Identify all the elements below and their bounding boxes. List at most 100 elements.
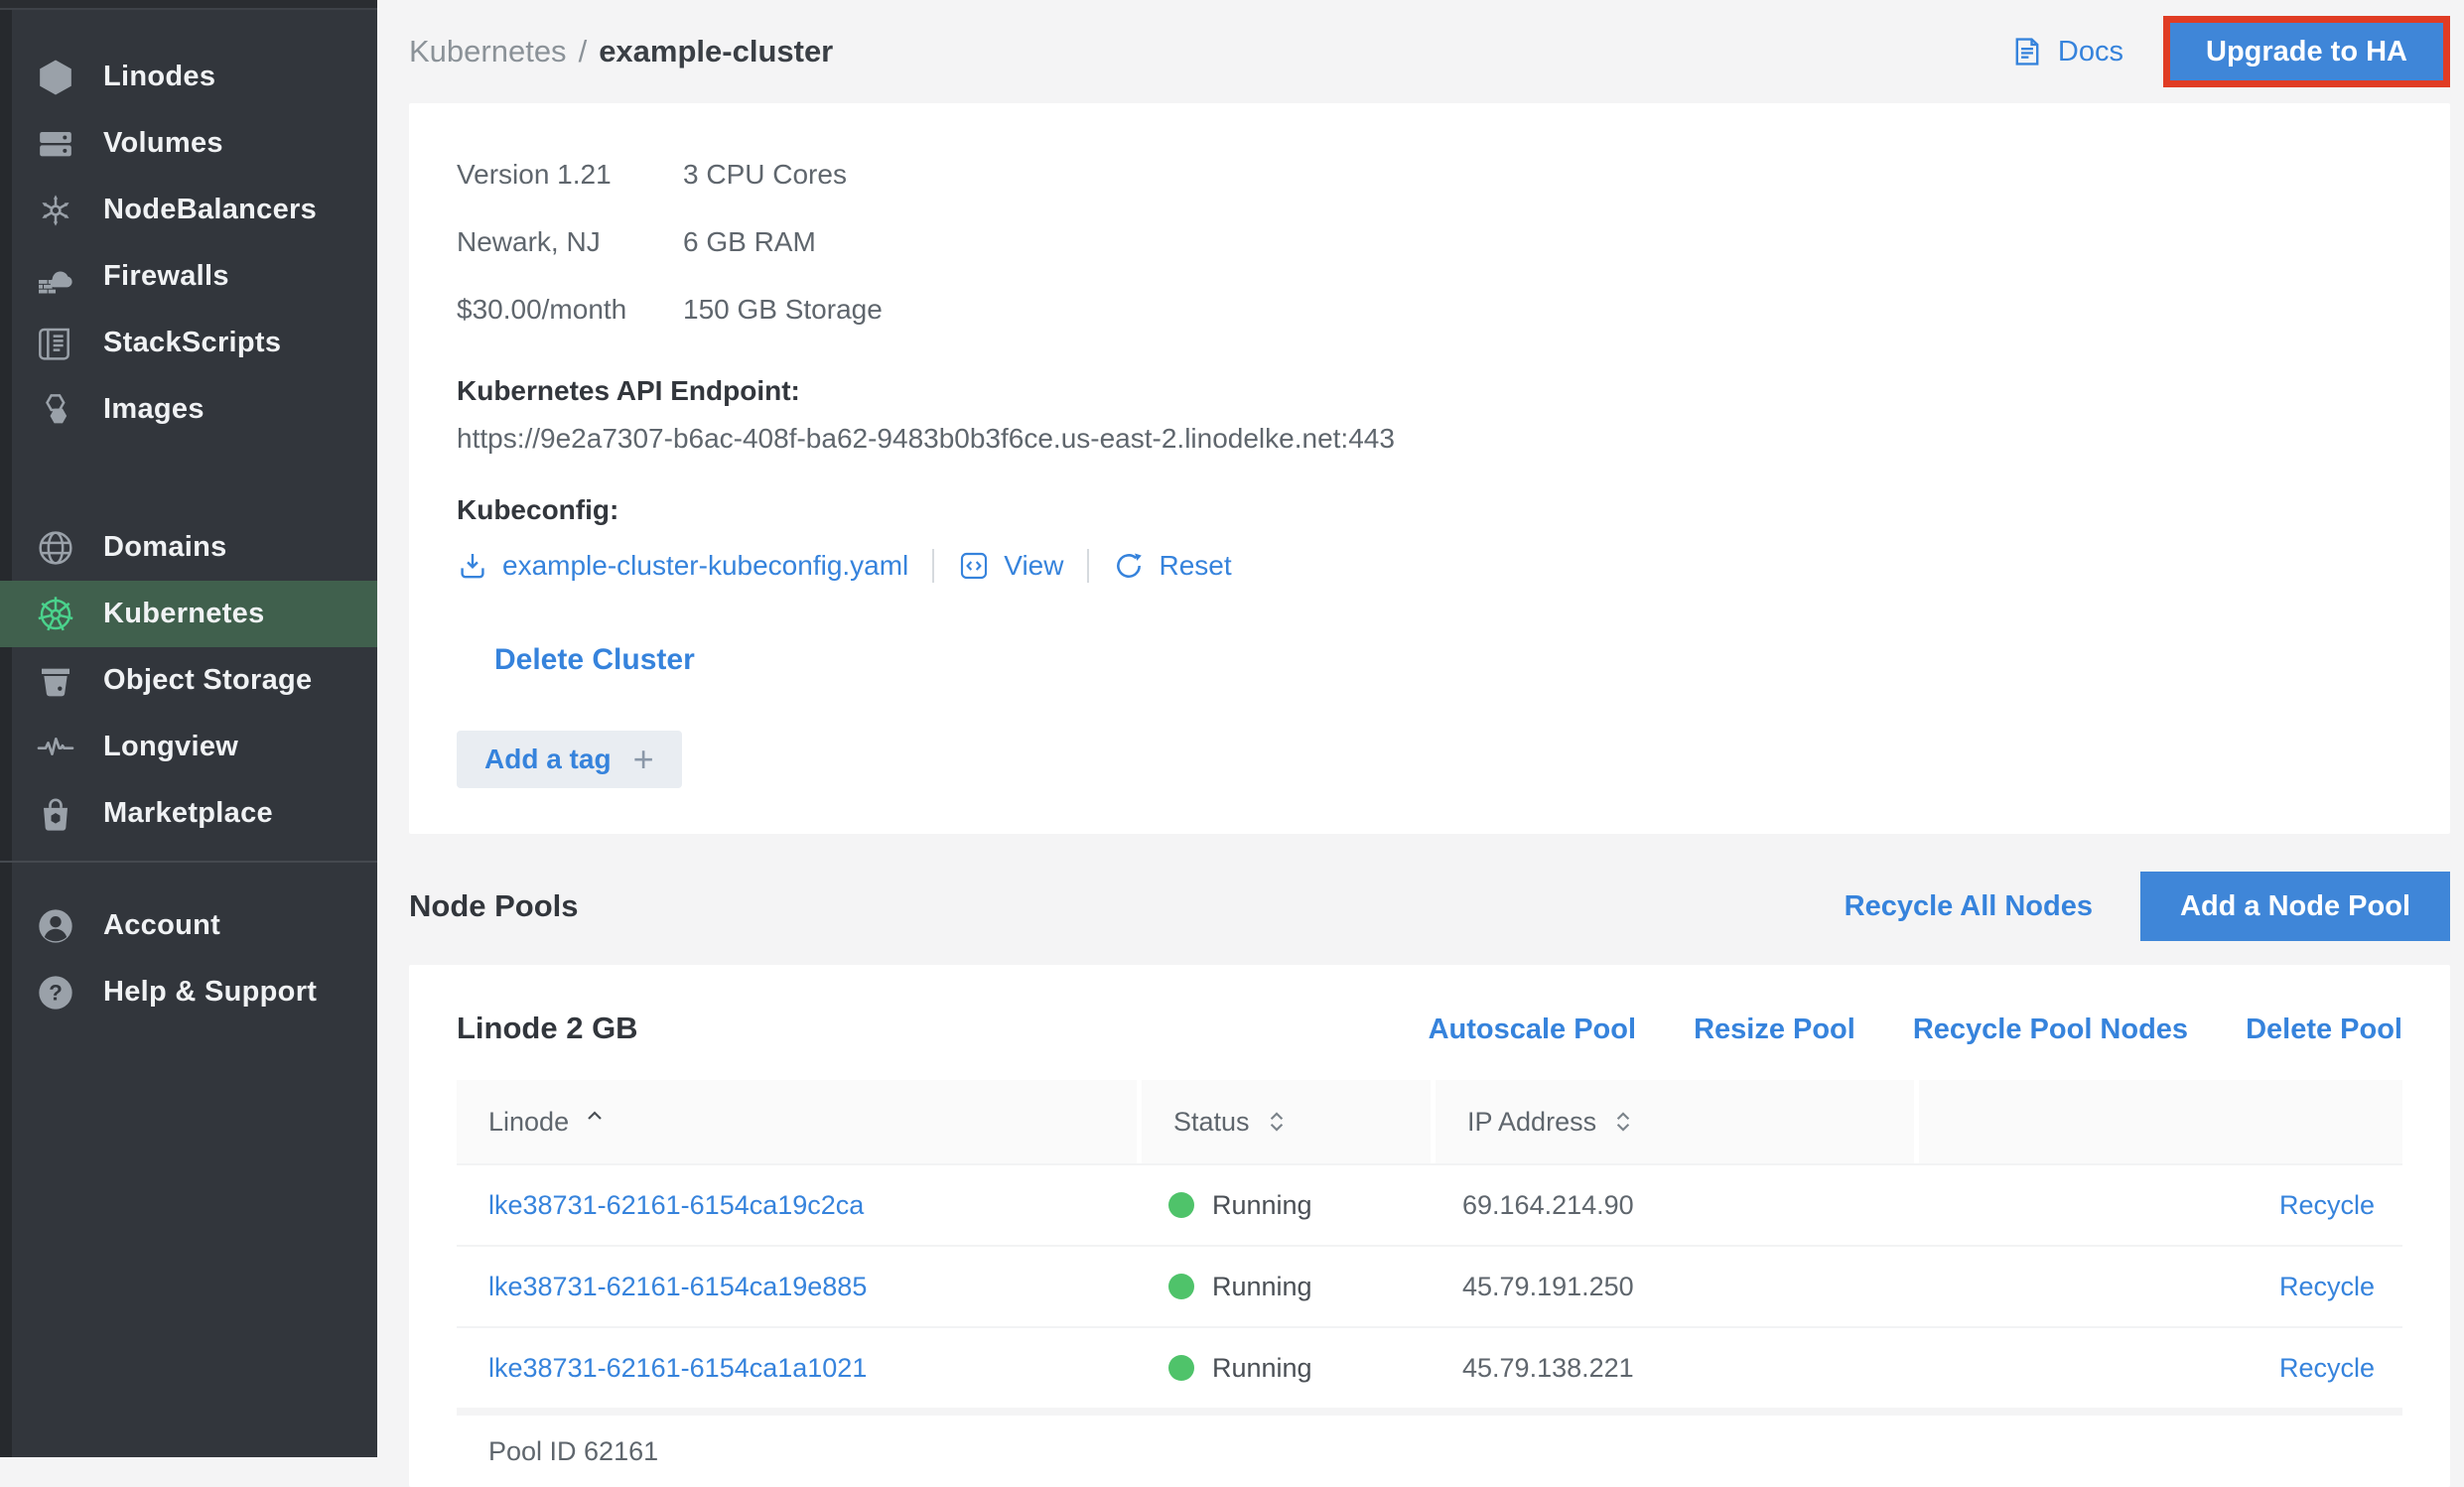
- images-icon: [34, 388, 77, 432]
- sidebar-divider: [0, 861, 377, 863]
- node-pool-table: Linode Status IP Address: [457, 1080, 2402, 1487]
- add-node-pool-button[interactable]: Add a Node Pool: [2140, 872, 2450, 941]
- sidebar-item-object-storage[interactable]: Object Storage: [0, 647, 377, 714]
- pulse-icon: [34, 726, 77, 769]
- upgrade-to-ha-button[interactable]: Upgrade to HA: [2170, 23, 2443, 80]
- volumes-icon: [34, 122, 77, 166]
- view-label: View: [1004, 550, 1063, 582]
- sidebar-item-label: Longview: [103, 731, 238, 763]
- node-pools-actions: Recycle All Nodes Add a Node Pool: [1845, 872, 2450, 941]
- resize-pool-link[interactable]: Resize Pool: [1694, 1014, 1855, 1046]
- autoscale-pool-link[interactable]: Autoscale Pool: [1429, 1014, 1637, 1046]
- tags-row: Add a tag +: [457, 731, 2402, 788]
- header-actions: Docs Upgrade to HA: [2010, 16, 2450, 87]
- table-footer-row: Pool ID 62161: [457, 1408, 2402, 1487]
- status-running-dot: [1168, 1274, 1194, 1299]
- breadcrumb-root[interactable]: Kubernetes: [409, 34, 567, 68]
- table-row: lke38731-62161-6154ca19e885 Running 45.7…: [457, 1245, 2402, 1326]
- add-tag-button[interactable]: Add a tag +: [457, 731, 682, 788]
- sidebar-item-label: Images: [103, 393, 205, 426]
- recycle-node-link[interactable]: Recycle: [2279, 1272, 2375, 1301]
- node-pools-title: Node Pools: [409, 888, 579, 924]
- status-text: Running: [1212, 1272, 1312, 1302]
- sidebar-item-nodebalancers[interactable]: NodeBalancers: [0, 177, 377, 243]
- sidebar-item-volumes[interactable]: Volumes: [0, 110, 377, 177]
- sidebar-nav: Linodes Volumes: [0, 0, 377, 1025]
- column-label: IP Address: [1467, 1107, 1596, 1138]
- breadcrumb: Kubernetes/example-cluster: [409, 34, 833, 69]
- table-header-row: Linode Status IP Address: [457, 1080, 2402, 1163]
- firewall-icon: [34, 255, 77, 299]
- status-running-dot: [1168, 1355, 1194, 1381]
- delete-pool-link[interactable]: Delete Pool: [2246, 1014, 2402, 1046]
- globe-icon: [34, 526, 77, 570]
- sidebar-item-label: Firewalls: [103, 260, 229, 293]
- stackscript-icon: [34, 322, 77, 365]
- recycle-pool-nodes-link[interactable]: Recycle Pool Nodes: [1913, 1014, 2188, 1046]
- sidebar-item-account[interactable]: Account: [0, 892, 377, 959]
- column-header-linode[interactable]: Linode: [457, 1080, 1137, 1163]
- marketplace-icon: [34, 792, 77, 836]
- column-label: Status: [1173, 1107, 1250, 1138]
- sidebar-item-stackscripts[interactable]: StackScripts: [0, 310, 377, 376]
- kubeconfig-row: example-cluster-kubeconfig.yaml View Res…: [457, 538, 2402, 594]
- sidebar-item-images[interactable]: Images: [0, 376, 377, 443]
- summary-column-right: 3 CPU Cores 6 GB RAM 150 GB Storage: [683, 141, 883, 343]
- sidebar-item-label: Kubernetes: [103, 598, 265, 630]
- node-link[interactable]: lke38731-62161-6154ca19e885: [488, 1272, 867, 1301]
- column-header-ip[interactable]: IP Address: [1431, 1080, 1914, 1163]
- sidebar-item-label: Linodes: [103, 61, 215, 93]
- cluster-region: Newark, NJ: [457, 208, 683, 276]
- sidebar-section-gap: [0, 443, 377, 514]
- sort-icon: [1610, 1109, 1636, 1135]
- nodebalancer-icon: [34, 189, 77, 232]
- sidebar-item-marketplace[interactable]: Marketplace: [0, 780, 377, 847]
- node-link[interactable]: lke38731-62161-6154ca1a1021: [488, 1353, 867, 1383]
- sidebar-item-label: Volumes: [103, 127, 223, 160]
- node-link[interactable]: lke38731-62161-6154ca19c2ca: [488, 1190, 864, 1220]
- sidebar-item-linodes[interactable]: Linodes: [0, 44, 377, 110]
- sidebar-item-longview[interactable]: Longview: [0, 714, 377, 780]
- node-ip: 45.79.138.221: [1462, 1353, 1634, 1383]
- node-ip: 45.79.191.250: [1462, 1272, 1634, 1301]
- sidebar-item-label: Help & Support: [103, 976, 317, 1009]
- breadcrumb-separator: /: [579, 34, 588, 68]
- separator: [932, 549, 934, 583]
- kubeconfig-file-name: example-cluster-kubeconfig.yaml: [502, 550, 908, 582]
- docs-link[interactable]: Docs: [2010, 35, 2123, 68]
- sidebar-item-kubernetes[interactable]: Kubernetes: [0, 581, 377, 647]
- table-row: lke38731-62161-6154ca19c2ca Running 69.1…: [457, 1163, 2402, 1245]
- recycle-node-link[interactable]: Recycle: [2279, 1353, 2375, 1383]
- summary-columns: Version 1.21 Newark, NJ $30.00/month 3 C…: [457, 141, 2402, 343]
- cluster-ram: 6 GB RAM: [683, 208, 883, 276]
- sidebar-item-domains[interactable]: Domains: [0, 514, 377, 581]
- separator: [1087, 549, 1089, 583]
- reset-label: Reset: [1159, 550, 1231, 582]
- kubeconfig-reset-link[interactable]: Reset: [1113, 550, 1231, 582]
- cluster-storage: 150 GB Storage: [683, 276, 883, 343]
- bucket-icon: [34, 659, 77, 703]
- sidebar-item-label: Domains: [103, 531, 227, 564]
- sidebar-item-label: NodeBalancers: [103, 194, 317, 226]
- kubeconfig-label: Kubeconfig:: [457, 486, 2402, 534]
- column-header-status[interactable]: Status: [1137, 1080, 1431, 1163]
- cluster-version: Version 1.21: [457, 141, 683, 208]
- add-tag-label: Add a tag: [484, 744, 612, 775]
- sidebar-item-firewalls[interactable]: Firewalls: [0, 243, 377, 310]
- node-ip: 69.164.214.90: [1462, 1190, 1634, 1220]
- status-text: Running: [1212, 1190, 1312, 1221]
- recycle-node-link[interactable]: Recycle: [2279, 1190, 2375, 1220]
- account-icon: [34, 904, 77, 948]
- sort-asc-icon: [583, 1104, 607, 1128]
- pool-name: Linode 2 GB: [457, 1011, 638, 1046]
- download-icon: [457, 550, 488, 582]
- cluster-cpu: 3 CPU Cores: [683, 141, 883, 208]
- plus-icon: +: [633, 742, 654, 777]
- sidebar-item-label: Account: [103, 909, 220, 942]
- kubeconfig-view-link[interactable]: View: [958, 550, 1063, 582]
- delete-cluster-link[interactable]: Delete Cluster: [494, 643, 695, 677]
- sidebar-item-help-support[interactable]: ? Help & Support: [0, 959, 377, 1025]
- kubeconfig-download-link[interactable]: example-cluster-kubeconfig.yaml: [457, 550, 908, 582]
- cluster-summary-panel: Version 1.21 Newark, NJ $30.00/month 3 C…: [409, 103, 2450, 834]
- recycle-all-nodes-link[interactable]: Recycle All Nodes: [1845, 890, 2093, 923]
